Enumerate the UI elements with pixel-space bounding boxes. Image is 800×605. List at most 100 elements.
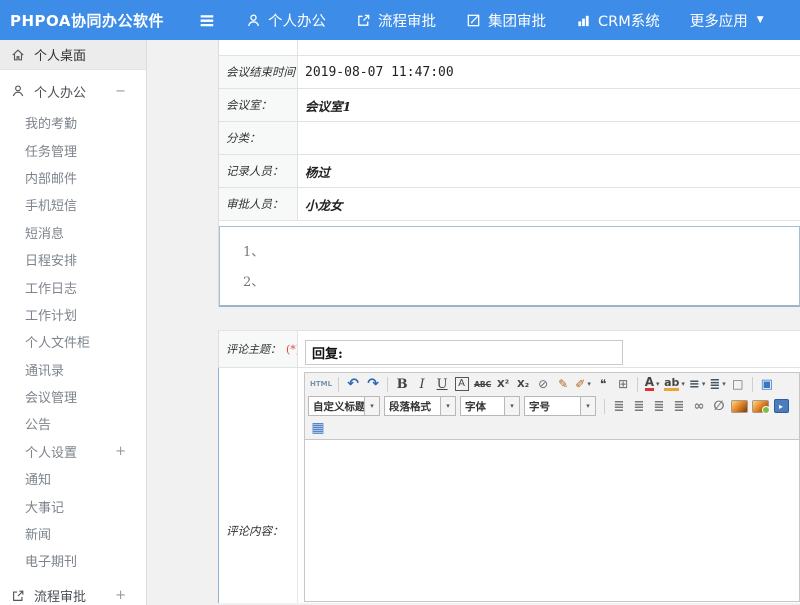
fullscreen-button[interactable]: ▣ [757,374,777,394]
superscript-button[interactable]: X² [493,374,513,394]
sidebar-item-short-message[interactable]: 短消息 [0,219,146,246]
sidebar-item-personal-settings[interactable]: 个人设置 + [0,438,146,465]
sidebar-section-workflow-approval[interactable]: 流程审批 + [0,578,146,605]
form-label [219,40,298,55]
underline-button[interactable]: U [432,374,452,394]
sidebar-section-personal-office[interactable]: 个人办公 − [0,73,146,109]
expand-icon[interactable]: + [115,588,126,603]
sidebar-item-desktop[interactable]: 个人桌面 [0,40,146,70]
sidebar-item-tasks[interactable]: 任务管理 [0,136,146,163]
sidebar-item-notice[interactable]: 通知 [0,465,146,492]
sidebar-item-label: 日程安排 [25,250,77,269]
collapse-icon[interactable]: − [115,84,126,99]
sidebar-item-e-journal[interactable]: 电子期刊 [0,547,146,574]
sidebar-item-meeting-management[interactable]: 会议管理 [0,383,146,410]
format-brush-button[interactable]: ✎ [553,374,573,394]
sidebar-item-label: 公告 [25,414,51,433]
sidebar: 个人桌面 个人办公 − 我的考勤 任务管理 内部邮件 手机短信 短消息 日程安排… [0,40,147,605]
caret-down-icon: ▾ [587,380,591,388]
paste-button[interactable]: ⊞ [613,374,633,394]
paragraph-format-select[interactable]: 段落格式▾ [384,396,456,416]
link-button[interactable]: ∞ [689,396,709,416]
char-border-button[interactable]: A [455,377,469,391]
editor-toolbar-row-1: HTML ↶ ↷ B I U A ABC X² [305,373,799,395]
image-icon [731,400,748,413]
sidebar-item-schedule[interactable]: 日程安排 [0,246,146,273]
sidebar-item-work-plan[interactable]: 工作计划 [0,301,146,328]
sidebar-item-news[interactable]: 新闻 [0,520,146,547]
form-label: 会议结束时间： [219,56,298,88]
expand-icon[interactable]: + [115,444,126,459]
font-color-button[interactable]: A▾ [642,374,662,394]
align-justify-button[interactable]: ≣ [669,396,689,416]
sidebar-item-attendance[interactable]: 我的考勤 [0,109,146,136]
font-size-select[interactable]: 字号▾ [524,396,596,416]
remove-format-button[interactable]: ⊘ [533,374,553,394]
subscript-button[interactable]: X₂ [513,374,533,394]
content-line: 2、 [243,268,799,298]
sidebar-item-memorabilia[interactable]: 大事记 [0,492,146,519]
align-left-button[interactable]: ≣ [609,396,629,416]
sidebar-item-label: 会议管理 [25,387,77,406]
sidebar-item-internal-mail[interactable]: 内部邮件 [0,164,146,191]
image-button[interactable] [729,396,750,416]
sidebar-item-file-cabinet[interactable]: 个人文件柜 [0,328,146,355]
multi-image-button[interactable] [750,396,771,416]
form-value [298,331,800,367]
nav-label: 集团审批 [488,10,546,31]
nav-workflow-approval[interactable]: 流程审批 [356,10,436,31]
html-source-button[interactable]: HTML [308,374,334,394]
highlight-color-button[interactable]: ab▾ [662,374,687,394]
unordered-list-button[interactable]: ≣▾ [707,374,727,394]
sidebar-item-contacts[interactable]: 通讯录 [0,356,146,383]
table-button[interactable]: ▦ [308,418,328,438]
form-value: 小龙女 [298,188,800,220]
bold-button[interactable]: B [392,374,412,394]
select-value: 段落格式 [385,399,440,414]
comment-subject-input[interactable] [305,340,623,365]
new-page-button[interactable]: □ [728,374,748,394]
hamburger-menu-icon[interactable]: ≡ [190,8,224,32]
line-height-button[interactable]: ✐▾ [573,374,593,394]
redo-button[interactable]: ↷ [363,374,383,394]
sidebar-item-sms[interactable]: 手机短信 [0,191,146,218]
sidebar-item-label: 个人设置 [25,442,77,461]
sidebar-item-label: 个人桌面 [34,45,86,64]
strikethrough-button[interactable]: ABC [472,374,493,394]
align-right-button[interactable]: ≣ [649,396,669,416]
caret-down-icon: ▾ [656,380,660,388]
undo-button[interactable]: ↶ [343,374,363,394]
editor-toolbar-row-3: ▦ [305,417,799,439]
sidebar-item-label: 我的考勤 [25,113,77,132]
font-family-select[interactable]: 字体▾ [460,396,520,416]
blockquote-button[interactable]: ❝ [593,374,613,394]
comment-subject-row: 评论主题： (*) [218,330,800,368]
meeting-detail-table: 会议结束时间： 2019-08-07 11:47:00 会议室： 会议室1 分类… [218,40,800,307]
ordered-list-button[interactable]: ≡▾ [687,374,707,394]
bar-chart-icon [576,13,591,28]
align-center-button[interactable]: ≣ [629,396,649,416]
media-button[interactable]: ▸ [771,396,791,416]
toolbar-separator [387,377,388,392]
heading-select[interactable]: 自定义标题▾ [308,396,380,416]
sidebar-item-label: 通讯录 [25,360,64,379]
caret-down-icon: ▾ [681,380,685,388]
highlight-icon: ab [664,377,679,391]
unlink-button[interactable]: ∅ [709,396,729,416]
nav-label: 更多应用 [690,10,748,31]
sidebar-item-announcement[interactable]: 公告 [0,410,146,437]
nav-personal-office[interactable]: 个人办公 [246,10,326,31]
nav-more-apps[interactable]: 更多应用 ▼ [690,10,764,31]
sidebar-item-label: 大事记 [25,497,64,516]
nav-group-approval[interactable]: 集团审批 [466,10,546,31]
editor-content-area[interactable] [305,439,799,601]
sidebar-item-work-diary[interactable]: 工作日志 [0,273,146,300]
italic-button[interactable]: I [412,374,432,394]
person-icon [11,84,25,98]
edit-square-icon [466,13,481,28]
caret-down-icon: ▾ [364,397,379,415]
comment-content-label: 评论内容： [219,368,298,603]
app-logo[interactable]: PHPOA协同办公软件 [0,10,190,31]
nav-label: 流程审批 [378,10,436,31]
nav-crm-system[interactable]: CRM系统 [576,10,660,31]
